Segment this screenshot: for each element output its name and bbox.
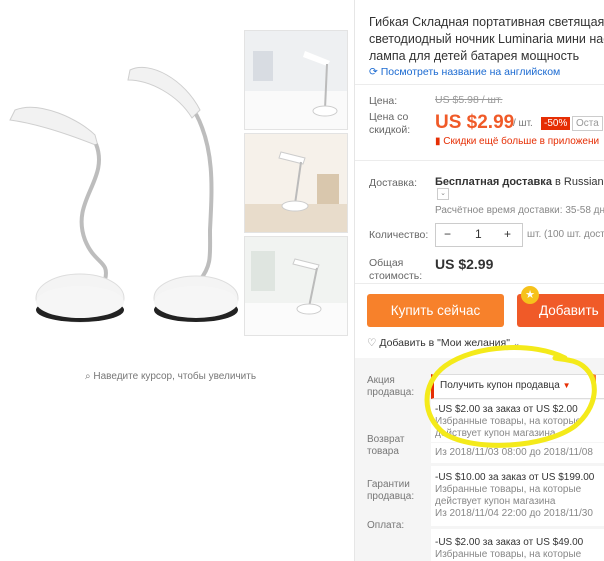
wishlist-text[interactable]: Добавить в "Мои желания"	[379, 337, 510, 349]
payment-label: Оплата:	[367, 520, 405, 531]
coupon-desc: Избранные товары, на которые	[435, 549, 582, 560]
total-value: US $2.99	[435, 256, 494, 272]
get-coupon-text: Получить купон продавца	[440, 380, 560, 391]
coin-badge-icon: ★	[521, 286, 539, 304]
main-product-image[interactable]	[0, 40, 240, 350]
product-details: Гибкая Складная портативная светящаяся с…	[355, 0, 604, 561]
price-label: Цена:	[369, 95, 398, 107]
discount-price-label: Цена со скидкой:	[369, 111, 411, 136]
coupon-item: Из 2018/11/03 08:00 до 2018/11/08	[431, 443, 604, 463]
total-label: Общая стоимость:	[369, 257, 423, 282]
mobile-icon: ▮	[435, 136, 441, 147]
app-discount-note[interactable]: ▮ Скидки ещё больше в приложени	[435, 136, 599, 147]
chevron-down-icon[interactable]: ⌄	[513, 338, 521, 348]
separator	[355, 160, 604, 161]
promo-label: Акция продавца:	[367, 375, 415, 398]
zoom-hint-text: Наведите курсор, чтобы увеличить	[93, 371, 257, 382]
quantity-minus-button[interactable]: −	[444, 227, 451, 241]
title-line-2: светодиодный ночник Luminaria мини нас	[369, 32, 604, 46]
quantity-plus-button[interactable]: +	[504, 227, 511, 241]
coupon-desc: Избранные товары, на которые	[435, 416, 582, 427]
product-title: Гибкая Складная портативная светящаяся с…	[369, 14, 604, 65]
add-to-cart-label: Добавить	[539, 303, 599, 318]
zoom-hint: ⌕ Наведите курсор, чтобы увеличить	[85, 371, 256, 382]
shipping-value[interactable]: Бесплатная доставка в Russian Fede	[435, 176, 604, 188]
shipping-destination: в Russian Fede	[554, 176, 604, 188]
coupon-desc: действует купон магазина	[435, 428, 556, 439]
translate-icon: ⟳	[369, 66, 378, 78]
coupon-date: Из 2018/11/04 22:00 до 2018/11/30	[435, 508, 593, 519]
coupon-item: -US $2.00 за заказ от US $2.00 Избранные…	[431, 400, 604, 442]
quantity-label: Количество:	[369, 229, 429, 241]
coupon-title: -US $2.00 за заказ от US $49.00	[435, 537, 584, 548]
separator	[355, 84, 604, 85]
thumbnail-2[interactable]	[244, 133, 348, 233]
guarantee-label: Гарантии продавца:	[367, 479, 415, 502]
wishlist-link[interactable]: ♡ Добавить в "Мои желания" ⌄	[367, 337, 520, 349]
remaining-time: Оста	[572, 116, 603, 131]
coupon-title: -US $10.00 за заказ от US $199.00	[435, 472, 595, 483]
title-line-3: лампа для детей батарея мощность	[369, 49, 580, 63]
quantity-availability: шт. (100 шт. доступ	[527, 229, 604, 240]
separator	[355, 283, 604, 284]
old-price: US $5.98 / шт.	[435, 94, 503, 106]
product-gallery: ⌕ Наведите курсор, чтобы увеличить	[0, 0, 352, 561]
returns-label: Возврат товара	[367, 434, 405, 457]
chevron-down-icon[interactable]: ⌄	[437, 188, 449, 200]
app-discount-text[interactable]: Скидки ещё больше в приложени	[443, 136, 599, 147]
get-coupon-button[interactable]: Получить купон продавца ▼	[431, 374, 595, 399]
translate-title-link[interactable]: ⟳ Посмотреть название на английском	[369, 66, 560, 78]
shipping-label: Доставка:	[369, 177, 418, 189]
coupon-desc: Избранные товары, на которые	[435, 484, 582, 495]
thumbnail-1[interactable]	[244, 30, 348, 130]
quantity-stepper[interactable]: − 1 +	[435, 223, 523, 247]
price-unit: / шт.	[513, 118, 533, 129]
thumbnail-3[interactable]	[244, 236, 348, 336]
current-price: US $2.99	[435, 112, 515, 133]
coupon-item: -US $10.00 за заказ от US $199.00 Избран…	[431, 466, 604, 526]
second-coupon-tab[interactable]	[593, 374, 604, 399]
translate-link-text[interactable]: Посмотреть название на английском	[381, 66, 561, 78]
magnifier-icon: ⌕	[85, 371, 91, 382]
shipping-free: Бесплатная доставка	[435, 176, 552, 188]
heart-icon: ♡	[367, 337, 377, 349]
delivery-estimate: Расчётное время доставки: 35-58 дн	[435, 205, 604, 216]
chevron-down-icon: ▼	[562, 381, 571, 390]
title-line-1: Гибкая Складная портативная светящаяся	[369, 15, 604, 29]
coupon-item: -US $2.00 за заказ от US $49.00 Избранны…	[431, 529, 604, 561]
coupon-date: Из 2018/11/03 08:00 до 2018/11/08	[435, 447, 593, 458]
coupon-desc: действует купон магазина	[435, 496, 556, 507]
coupon-title: -US $2.00 за заказ от US $2.00	[435, 404, 578, 415]
quantity-input[interactable]: 1	[475, 227, 482, 241]
buy-now-button[interactable]: Купить сейчас	[367, 294, 504, 327]
discount-badge: -50%	[541, 117, 571, 130]
